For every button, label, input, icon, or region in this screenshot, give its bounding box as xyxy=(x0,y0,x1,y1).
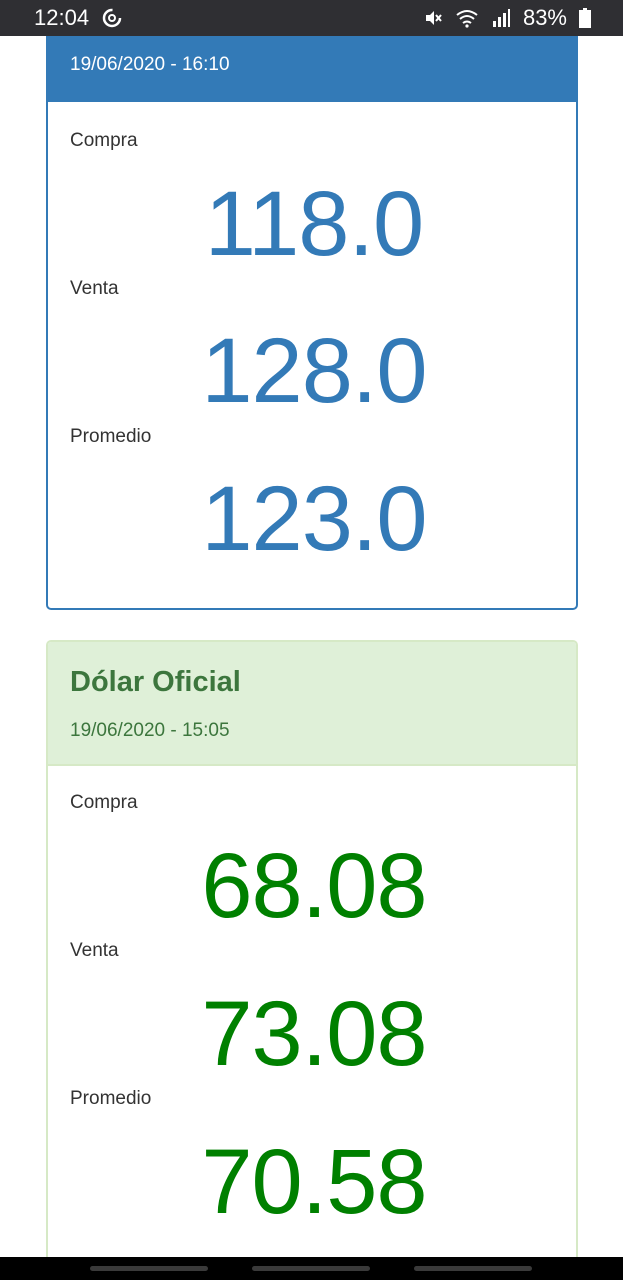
mute-icon xyxy=(423,8,443,28)
compra-value: 118.0 xyxy=(204,173,424,275)
venta-label: Venta xyxy=(70,278,119,299)
promedio-label: Promedio xyxy=(70,1088,152,1109)
compra-label: Compra xyxy=(70,130,138,151)
navigation-bar xyxy=(0,1257,623,1280)
status-bar: 12:04 83% xyxy=(0,0,623,36)
promedio-value: 70.58 xyxy=(201,1131,427,1233)
venta-label: Venta xyxy=(70,940,119,961)
battery-icon xyxy=(579,8,591,28)
nav-recents-handle[interactable] xyxy=(90,1266,208,1271)
card-date: 19/06/2020 - 15:05 xyxy=(70,720,230,741)
promedio-value: 123.0 xyxy=(201,468,427,570)
card-title: Dólar Oficial xyxy=(70,666,241,698)
nav-back-handle[interactable] xyxy=(414,1266,532,1271)
rate-card-green: Dólar Oficial 19/06/2020 - 15:05 Compra … xyxy=(46,640,578,1257)
rate-card-blue: 19/06/2020 - 16:10 Compra 118.0 Venta 12… xyxy=(46,36,578,610)
card-date: 19/06/2020 - 16:10 xyxy=(70,54,230,75)
compra-value: 68.08 xyxy=(201,835,427,937)
promedio-label: Promedio xyxy=(70,426,152,447)
compra-label: Compra xyxy=(70,792,138,813)
venta-value: 73.08 xyxy=(201,983,427,1085)
clock: 12:04 xyxy=(34,5,90,30)
card-header: Dólar Oficial 19/06/2020 - 15:05 xyxy=(48,642,576,766)
battery-percent: 83% xyxy=(522,5,567,30)
signal-icon xyxy=(491,8,511,28)
wifi-icon xyxy=(455,8,479,28)
sync-icon xyxy=(101,7,123,29)
card-header: 19/06/2020 - 16:10 xyxy=(48,36,576,102)
venta-value: 128.0 xyxy=(201,320,427,422)
nav-home-handle[interactable] xyxy=(252,1266,370,1271)
content-area[interactable]: 19/06/2020 - 16:10 Compra 118.0 Venta 12… xyxy=(0,36,623,1257)
